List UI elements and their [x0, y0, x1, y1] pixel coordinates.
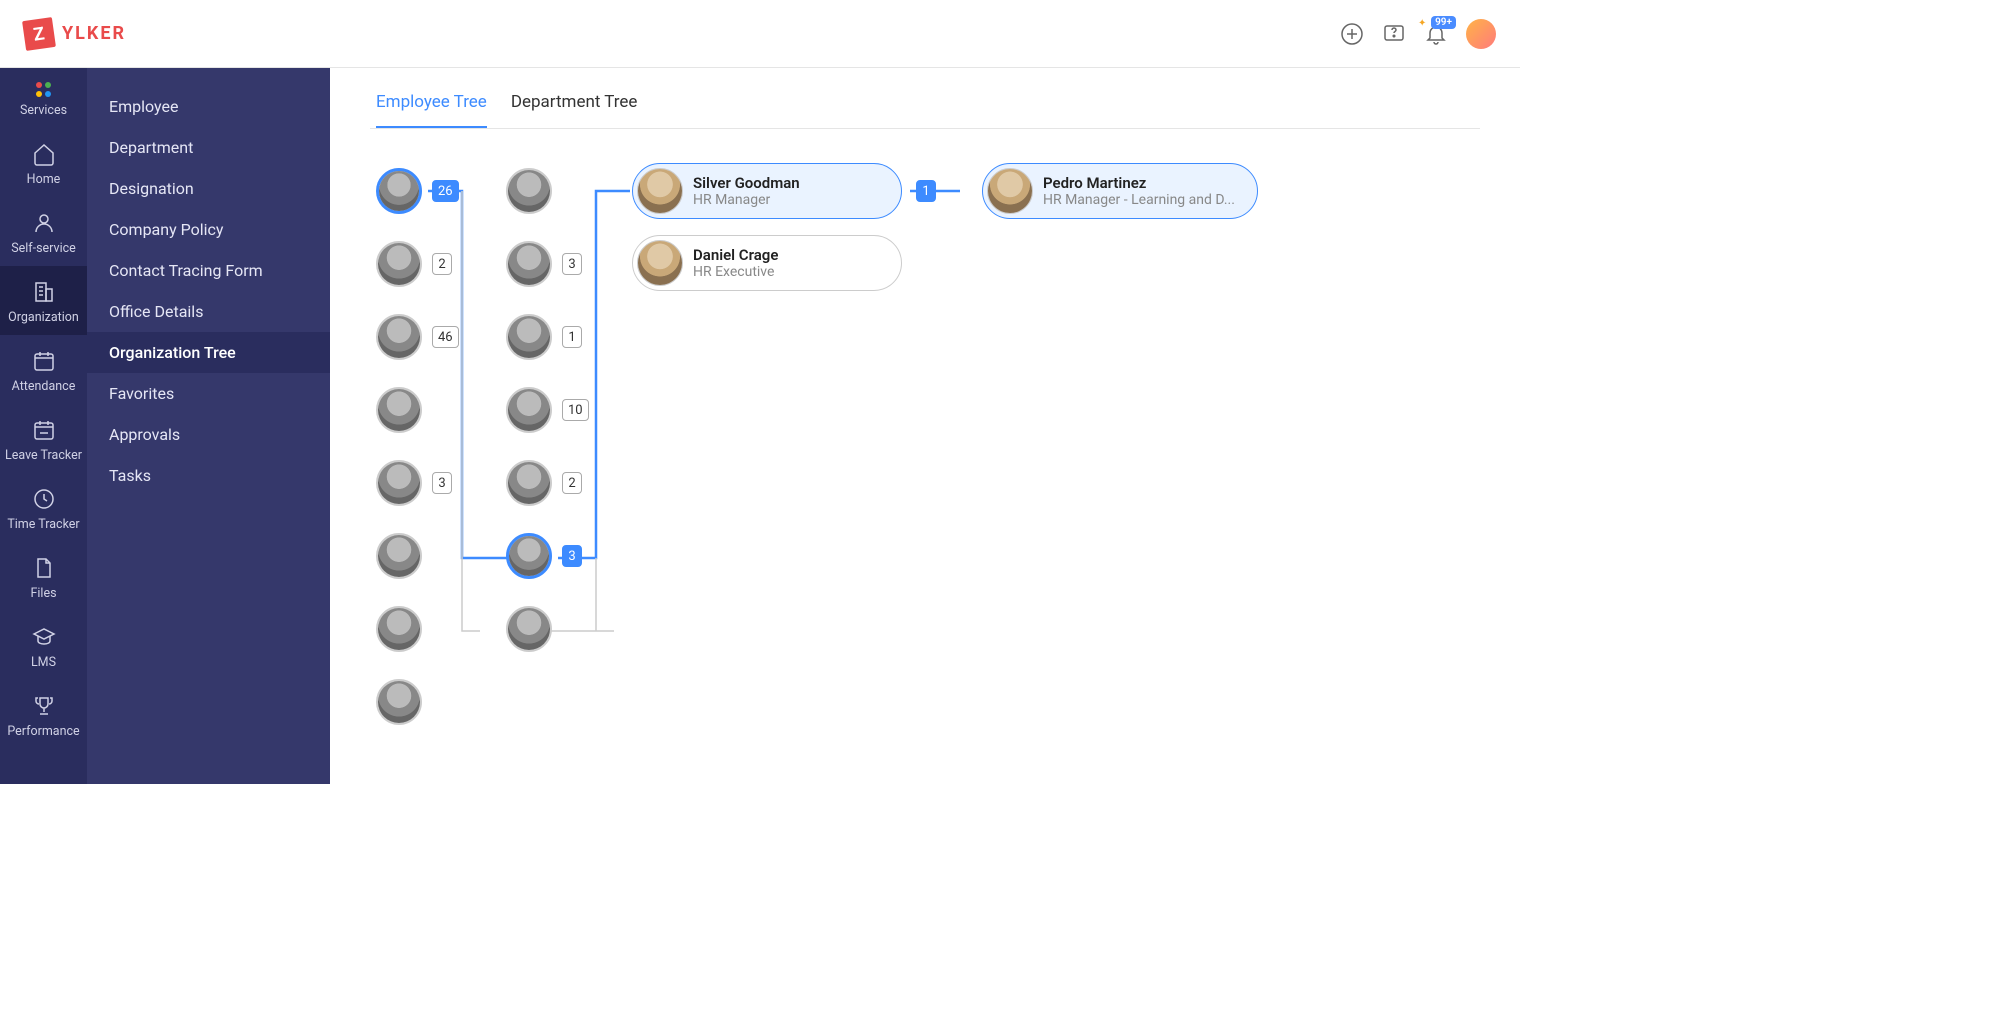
nav-services[interactable]: Services [0, 68, 87, 128]
nav2-designation[interactable]: Designation [87, 168, 330, 209]
grad-cap-icon [32, 625, 56, 649]
count-badge: 1 [916, 180, 936, 202]
tree-card-daniel-crage[interactable]: Daniel Crage HR Executive [632, 235, 902, 291]
nav-label: Services [20, 103, 67, 118]
brand-badge: Z [22, 17, 56, 51]
nav-label: Time Tracker [7, 517, 79, 532]
tree-node-col2-1[interactable] [506, 241, 552, 287]
nav2-approvals[interactable]: Approvals [87, 414, 330, 455]
nav-leave-tracker[interactable]: Leave Tracker [0, 404, 87, 473]
tree-tabs: Employee Tree Department Tree [370, 92, 1480, 129]
nav2-contact-tracing[interactable]: Contact Tracing Form [87, 250, 330, 291]
count-badge: 26 [432, 180, 459, 202]
nav-label: Self-service [11, 241, 76, 256]
org-tree: 26 2 46 3 3 1 10 2 3 [370, 165, 1480, 765]
card-name: Silver Goodman [693, 174, 800, 192]
nav-organization[interactable]: Organization [0, 266, 87, 335]
count-badge: 3 [432, 472, 452, 494]
nav-label: Files [30, 586, 56, 601]
building-icon [32, 280, 56, 304]
tree-node-col2-4[interactable] [506, 460, 552, 506]
calendar-icon [32, 349, 56, 373]
grid-dots-icon [36, 82, 51, 97]
count-badge: 10 [562, 399, 589, 421]
count-badge: 46 [432, 326, 459, 348]
trophy-icon [32, 694, 56, 718]
notification-bell-icon[interactable]: ✦ 99+ [1424, 22, 1448, 46]
tree-node-col1-5[interactable] [376, 533, 422, 579]
file-icon [32, 556, 56, 580]
primary-nav: Services Home Self-service Organization … [0, 68, 87, 784]
card-role: HR Executive [693, 264, 778, 280]
notification-badge: 99+ [1431, 16, 1456, 29]
count-badge: 2 [432, 253, 452, 275]
user-avatar[interactable] [1466, 19, 1496, 49]
nav-attendance[interactable]: Attendance [0, 335, 87, 404]
card-name: Daniel Crage [693, 246, 778, 264]
nav-lms[interactable]: LMS [0, 611, 87, 680]
tree-card-pedro-martinez[interactable]: Pedro Martinez HR Manager - Learning and… [982, 163, 1258, 219]
tree-node-col1-7[interactable] [376, 679, 422, 725]
clock-icon [32, 487, 56, 511]
secondary-nav: Employee Department Designation Company … [87, 68, 330, 784]
tab-department-tree[interactable]: Department Tree [511, 92, 638, 128]
nav-label: Performance [7, 724, 79, 739]
tree-card-silver-goodman[interactable]: Silver Goodman HR Manager [632, 163, 902, 219]
nav-label: Home [27, 172, 61, 187]
card-name: Pedro Martinez [1043, 174, 1235, 192]
tree-node-col1-2[interactable] [376, 314, 422, 360]
tree-node-col1-3[interactable] [376, 387, 422, 433]
tree-node-col2-0[interactable] [506, 168, 552, 214]
nav2-tasks[interactable]: Tasks [87, 455, 330, 496]
nav-label: LMS [31, 655, 56, 670]
nav-performance[interactable]: Performance [0, 680, 87, 749]
nav2-employee[interactable]: Employee [87, 86, 330, 127]
count-badge: 2 [562, 472, 582, 494]
nav-label: Organization [8, 310, 79, 325]
nav2-department[interactable]: Department [87, 127, 330, 168]
nav2-organization-tree[interactable]: Organization Tree [87, 332, 330, 373]
nav-home[interactable]: Home [0, 128, 87, 197]
nav2-favorites[interactable]: Favorites [87, 373, 330, 414]
tree-node-col1-6[interactable] [376, 606, 422, 652]
tree-node-col2-5[interactable] [506, 533, 552, 579]
count-badge: 3 [562, 253, 582, 275]
tree-node-col1-1[interactable] [376, 241, 422, 287]
help-icon[interactable] [1382, 22, 1406, 46]
count-badge: 3 [562, 545, 582, 567]
nav2-office-details[interactable]: Office Details [87, 291, 330, 332]
nav-files[interactable]: Files [0, 542, 87, 611]
card-role: HR Manager - Learning and D... [1043, 192, 1235, 208]
home-icon [32, 142, 56, 166]
nav2-company-policy[interactable]: Company Policy [87, 209, 330, 250]
nav-time-tracker[interactable]: Time Tracker [0, 473, 87, 542]
sparkle-icon: ✦ [1418, 18, 1426, 29]
tree-node-col2-6[interactable] [506, 606, 552, 652]
card-role: HR Manager [693, 192, 800, 208]
person-icon [32, 211, 56, 235]
add-icon[interactable] [1340, 22, 1364, 46]
tree-node-col2-2[interactable] [506, 314, 552, 360]
nav-label: Leave Tracker [5, 448, 82, 463]
calendar-minus-icon [32, 418, 56, 442]
tree-node-col1-4[interactable] [376, 460, 422, 506]
tree-node-col1-0[interactable] [376, 168, 422, 214]
brand-name: YLKER [62, 23, 126, 44]
tab-employee-tree[interactable]: Employee Tree [376, 92, 487, 128]
nav-self-service[interactable]: Self-service [0, 197, 87, 266]
brand-logo[interactable]: Z YLKER [24, 19, 126, 49]
count-badge: 1 [562, 326, 582, 348]
nav-label: Attendance [12, 379, 76, 394]
tree-node-col2-3[interactable] [506, 387, 552, 433]
